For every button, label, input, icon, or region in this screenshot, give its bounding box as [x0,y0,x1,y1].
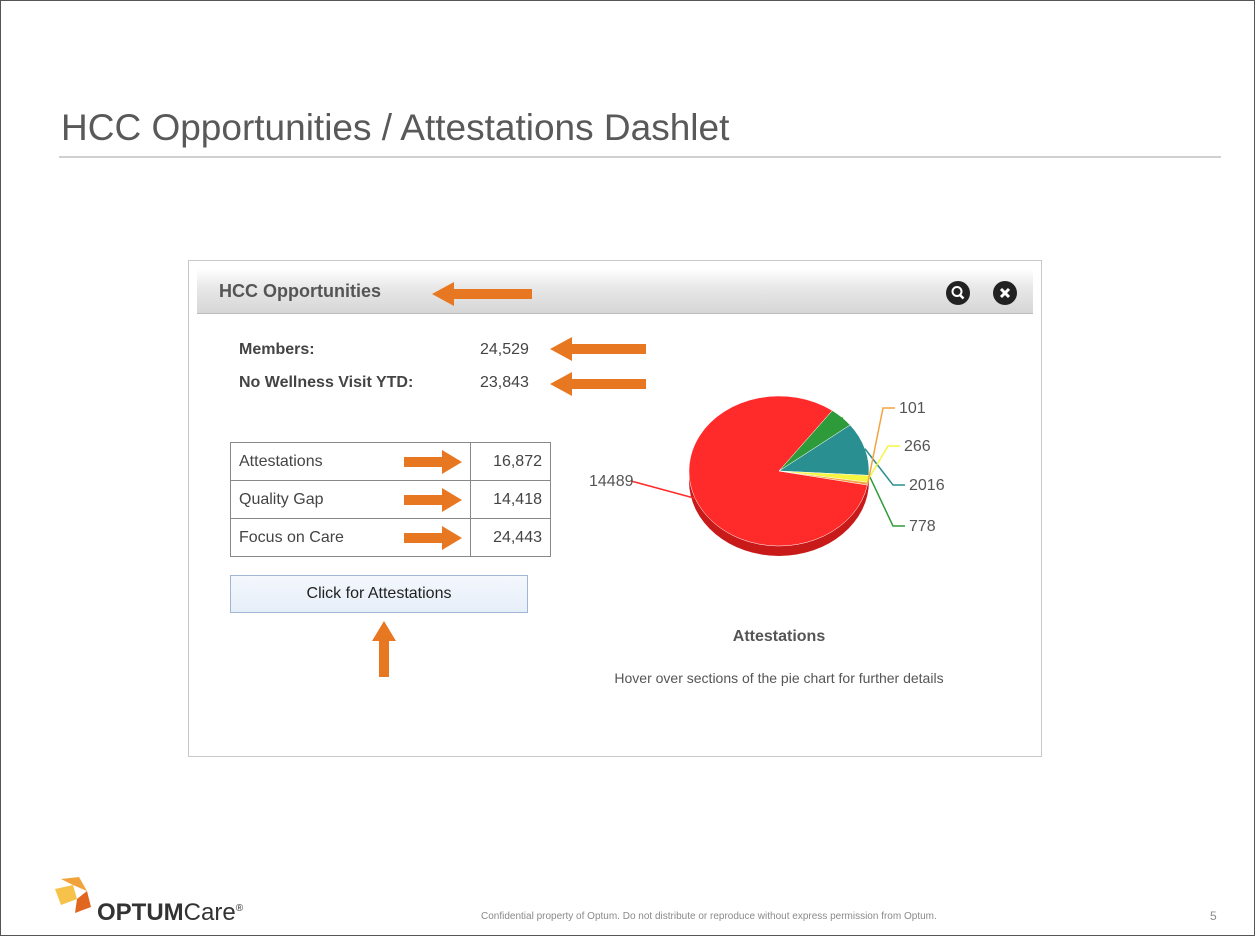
title-divider [59,156,1221,158]
table-row: Focus on Care 24,443 [230,518,551,557]
optum-care-logo: OPTUMCare® [97,899,244,926]
pie-data-label: 14489 [589,473,634,490]
annotation-arrow-members [550,337,646,361]
members-label: Members: [239,341,315,358]
table-row: Quality Gap 14,418 [230,480,551,519]
row-value: 14,418 [470,480,551,519]
attestations-table: Attestations 16,872 Quality Gap 14,418 F… [230,442,551,557]
slide: HCC Opportunities / Attestations Dashlet… [0,0,1255,936]
pie-leader-line [630,480,696,500]
confidentiality-note: Confidential property of Optum. Do not d… [481,911,937,922]
slide-title: HCC Opportunities / Attestations Dashlet [61,107,730,148]
pie-data-label: 2016 [909,477,945,494]
chart-hover-note: Hover over sections of the pie chart for… [614,670,944,686]
annotation-arrow-left [432,282,532,306]
members-value: 24,529 [480,341,529,358]
no-wellness-value: 23,843 [480,374,529,391]
pie-data-label: 101 [899,400,926,417]
page-number: 5 [1210,909,1217,923]
hcc-dashlet: HCC Opportunities Members: 24,529 No Wel… [188,260,1042,757]
annotation-arrow-up [372,621,396,677]
annotation-arrow-right [404,488,462,512]
pie-data-label: 266 [904,438,931,455]
close-icon[interactable] [993,281,1017,305]
search-icon[interactable] [946,281,970,305]
row-label: Quality Gap [239,490,324,508]
optum-logo-mark [55,877,91,913]
annotation-arrow-right [404,450,462,474]
row-value: 24,443 [470,518,551,557]
annotation-arrow-right [404,526,462,550]
no-wellness-label: No Wellness Visit YTD: [239,374,414,391]
click-for-attestations-button[interactable]: Click for Attestations [230,575,528,613]
row-label: Focus on Care [239,528,344,546]
table-row: Attestations 16,872 [230,442,551,481]
dashlet-header: HCC Opportunities [197,269,1033,314]
attestations-pie-chart: 14489 778 2016 266 101 [589,395,945,556]
chart-title: Attestations [732,628,826,645]
row-label: Attestations [239,452,323,470]
row-value: 16,872 [470,442,551,481]
dashlet-title: HCC Opportunities [219,281,381,301]
pie-data-label: 778 [909,518,936,535]
